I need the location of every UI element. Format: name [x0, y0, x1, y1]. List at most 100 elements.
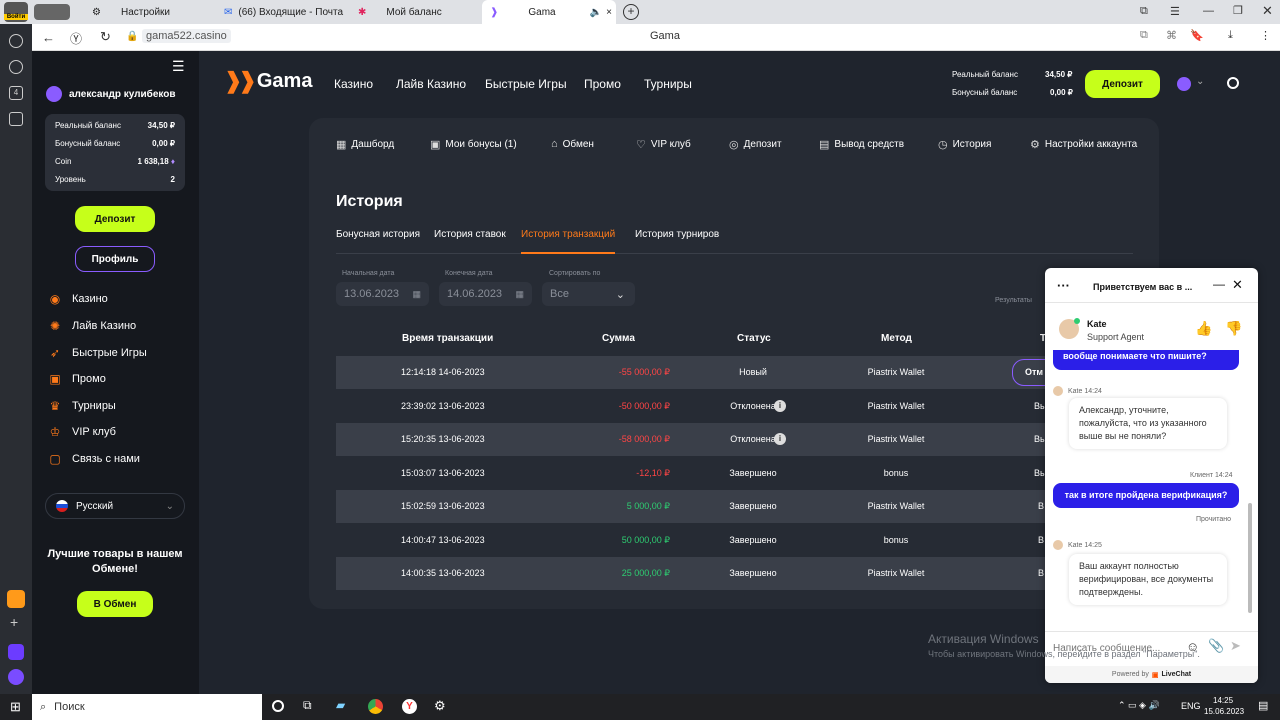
account-nav-history[interactable]: ◷ История	[938, 138, 991, 151]
tab-tournaments-history[interactable]: История турниров	[635, 229, 719, 240]
account-nav-deposit[interactable]: ◎ Депозит	[729, 138, 782, 151]
minimize-icon[interactable]: —	[1203, 5, 1214, 17]
language-indicator[interactable]: ENG	[1181, 701, 1201, 711]
tab-transactions-history[interactable]: История транзакций	[521, 229, 615, 240]
username[interactable]: александр кулибеков	[69, 89, 176, 100]
search-icon[interactable]	[1227, 77, 1239, 89]
clock-icon[interactable]	[9, 34, 23, 48]
hamburger-icon[interactable]: ☰	[172, 58, 185, 75]
clock-date[interactable]: 15.06.2023	[1204, 707, 1244, 716]
table-row[interactable]: 15:02:59 13-06-2023 5 000,00 ₽ Завершено Pi…	[336, 490, 1076, 523]
bookmark-icon[interactable]: 🔖	[1190, 29, 1204, 42]
table-row[interactable]: 14:00:47 13-06-2023 50 000,00 ₽ Завершено b…	[336, 524, 1076, 557]
maximize-icon[interactable]: ❐	[1233, 4, 1243, 17]
chat-scrollbar[interactable]	[1248, 503, 1252, 613]
thumbs-down-icon[interactable]: 👎	[1225, 320, 1242, 337]
speaker-icon[interactable]: 🔈	[590, 7, 602, 18]
sidebar-item-casino[interactable]: ◉ Казино	[48, 292, 108, 306]
account-nav-bonuses[interactable]: ▣ Мои бонусы (1)	[430, 138, 517, 151]
new-tab-button[interactable]: +	[623, 4, 639, 20]
tab-settings[interactable]: ⚙ Настройки	[84, 0, 214, 24]
sidebar-item-vip[interactable]: ♔ VIP клуб	[48, 425, 116, 439]
cortana-icon[interactable]	[272, 700, 284, 712]
sidebar-item-promo[interactable]: ▣ Промо	[48, 372, 106, 386]
count-badge[interactable]: 4	[9, 86, 23, 100]
mail-app-icon[interactable]	[7, 590, 25, 608]
header-nav-promo[interactable]: Промо	[584, 77, 621, 91]
play-icon[interactable]	[9, 60, 23, 74]
attachment-icon[interactable]: 📎	[1208, 638, 1224, 654]
collections-icon[interactable]: ⧉	[1140, 5, 1148, 18]
tab-bonus-history[interactable]: Бонусная история	[336, 229, 420, 240]
sidebar-item-live-casino[interactable]: ✺ Лайв Казино	[48, 319, 136, 333]
close-chat-icon[interactable]: ✕	[1232, 277, 1243, 293]
clock-time[interactable]: 14:25	[1213, 696, 1233, 705]
account-nav-exchange[interactable]: ⌂ Обмен	[551, 138, 594, 150]
language-select[interactable]: Русский ⌄	[45, 493, 185, 519]
yandex-icon[interactable]: Ⓨ	[70, 30, 82, 47]
header-nav-tournaments[interactable]: Турниры	[644, 77, 692, 91]
header-nav-fast-games[interactable]: Быстрые Игры	[485, 77, 567, 91]
tab-balance[interactable]: ✱ Мой баланс	[350, 0, 480, 24]
tab-mail[interactable]: ✉ (66) Входящие - Почта Ма	[216, 0, 346, 24]
reload-icon[interactable]: ↻	[100, 29, 111, 45]
table-row[interactable]: 15:03:07 13-06-2023 -12,10 ₽ Завершено bonu…	[336, 457, 1076, 490]
sidebar-item-fast-games[interactable]: ➶ Быстрые Игры	[48, 346, 147, 360]
header-avatar[interactable]	[1177, 77, 1191, 91]
minimize-chat-icon[interactable]: —	[1213, 277, 1225, 291]
close-window-icon[interactable]: ✕	[1262, 3, 1273, 19]
chat-menu-icon[interactable]: ···	[1057, 278, 1070, 293]
app-icon[interactable]: ▰	[336, 698, 345, 712]
sidebar-item-tournaments[interactable]: ♛ Турниры	[48, 399, 116, 413]
info-icon[interactable]: i	[774, 433, 786, 445]
account-nav-withdraw[interactable]: ▤ Вывод средств	[819, 138, 904, 151]
assistant-icon[interactable]	[8, 669, 24, 685]
back-icon[interactable]: ←	[42, 30, 55, 45]
download-icon[interactable]: ⤓	[1228, 29, 1233, 42]
end-date-input[interactable]: 14.06.2023 ▦	[439, 282, 532, 306]
profile-button[interactable]: Профиль	[75, 246, 155, 272]
add-panel-icon[interactable]: +	[10, 614, 18, 630]
translate-icon[interactable]: ⌘	[1166, 29, 1177, 42]
yandex-browser-icon[interactable]: Y	[402, 699, 417, 714]
powered-by[interactable]: Powered by ▣ LiveChat	[1045, 666, 1258, 683]
windows-start-icon[interactable]: ⊞	[10, 699, 21, 715]
logo[interactable]: ❱❱ Gama	[224, 68, 312, 94]
close-tab-icon[interactable]: ×	[606, 7, 612, 18]
sidebar-deposit-button[interactable]: Депозит	[75, 206, 155, 232]
header-nav-live-casino[interactable]: Лайв Казино	[396, 77, 466, 91]
table-row[interactable]: 12:14:18 14-06-2023 -55 000,00 ₽ Новый Pias…	[336, 356, 1076, 389]
account-nav-dashboard[interactable]: ▦ Дашборд	[336, 138, 394, 151]
header-nav-casino[interactable]: Казино	[334, 77, 373, 91]
sidebar-item-contact[interactable]: ▢ Связь с нами	[48, 452, 140, 466]
taskbar-search[interactable]: ⌕ Поиск	[32, 694, 262, 720]
sort-select[interactable]: Все ⌄	[542, 282, 635, 306]
share-icon[interactable]: ⧉	[1140, 29, 1148, 42]
chevron-down-icon[interactable]: ⌄	[1196, 76, 1204, 87]
menu-icon[interactable]: ☰	[1170, 5, 1180, 18]
thumbs-up-icon[interactable]: 👍	[1195, 320, 1212, 337]
avatar[interactable]	[46, 86, 62, 102]
start-date-input[interactable]: 13.06.2023 ▦	[336, 282, 429, 306]
settings-icon[interactable]: ⚙	[434, 698, 446, 714]
profile-button[interactable]: Войти	[4, 2, 28, 22]
account-nav-settings[interactable]: ⚙ Настройки аккаунта	[1030, 138, 1137, 151]
alice-app-icon[interactable]	[8, 644, 24, 660]
notifications-icon[interactable]: ▤	[1258, 699, 1268, 712]
table-row[interactable]: 14:00:35 13-06-2023 25 000,00 ₽ Завершено P…	[336, 557, 1076, 590]
url-text[interactable]: gama522.casino	[142, 29, 231, 43]
extensions-icon[interactable]: ⋮	[1260, 29, 1271, 42]
info-icon[interactable]: i	[774, 400, 786, 412]
task-view-icon[interactable]: ⧉	[303, 698, 312, 713]
table-row[interactable]: 23:39:02 13-06-2023 -50 000,00 ₽ Отклонена…	[336, 390, 1076, 423]
header-deposit-button[interactable]: Депозит	[1085, 70, 1160, 98]
table-row[interactable]: 15:20:35 13-06-2023 -58 000,00 ₽ Отклонена…	[336, 423, 1076, 456]
tab-audio-toggle[interactable]	[34, 4, 70, 20]
tab-bets-history[interactable]: История ставок	[434, 229, 506, 240]
screenshot-icon[interactable]	[9, 112, 23, 126]
tab-gama[interactable]: ❱ Gama 🔈 ×	[482, 0, 616, 24]
send-icon[interactable]: ➤	[1230, 638, 1241, 654]
chrome-icon[interactable]	[368, 699, 383, 714]
account-nav-vip[interactable]: ♡ VIP клуб	[636, 138, 691, 151]
tray-icons[interactable]: ⌃ ▭ ◈ 🔊	[1118, 700, 1160, 711]
